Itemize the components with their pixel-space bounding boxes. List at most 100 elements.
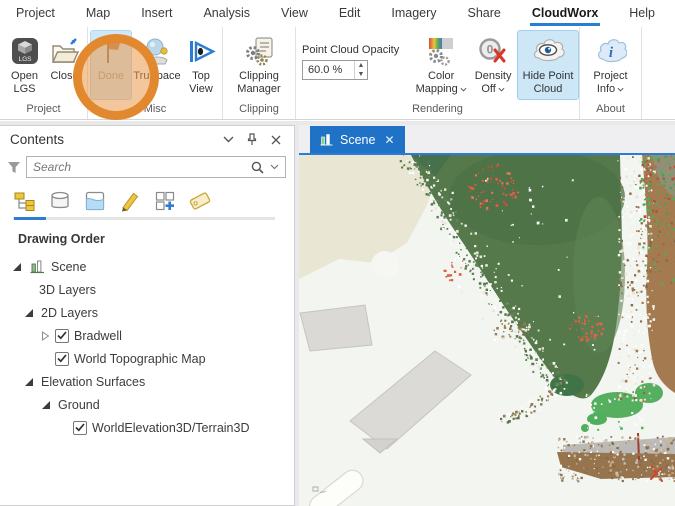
spinner-down-icon[interactable]: ▼ bbox=[355, 70, 367, 79]
tree-label: Bradwell bbox=[74, 329, 122, 343]
scene-canvas[interactable] bbox=[299, 155, 675, 506]
map-viewport: Scene ✕ bbox=[299, 125, 675, 506]
expander-collapsed-icon[interactable] bbox=[41, 331, 51, 341]
expander-expanded-icon[interactable] bbox=[41, 400, 51, 410]
menu-insert[interactable]: Insert bbox=[139, 1, 174, 26]
scene-icon bbox=[30, 259, 45, 274]
search-box[interactable] bbox=[26, 156, 286, 178]
opacity-spinbox[interactable]: 60.0 % ▲ ▼ bbox=[302, 60, 368, 80]
chevron-down-icon bbox=[617, 87, 624, 92]
tree-row-3d-layers[interactable]: 3D Layers bbox=[12, 278, 294, 301]
project-info-button[interactable]: i Project Info bbox=[584, 30, 638, 100]
scene-tab-label: Scene bbox=[340, 133, 375, 147]
contents-view-tabs bbox=[0, 183, 294, 220]
tree-row-scene[interactable]: Scene bbox=[12, 255, 294, 278]
expander-expanded-icon[interactable] bbox=[12, 262, 22, 272]
tree-label: Scene bbox=[51, 260, 86, 274]
scene-tab-icon bbox=[320, 133, 333, 146]
panel-title: Contents bbox=[10, 132, 213, 147]
tree-row-worldelevation3d[interactable]: WorldElevation3D/Terrain3D bbox=[12, 416, 294, 439]
click-highlight-ring bbox=[73, 34, 159, 120]
open-lgs-button[interactable]: LGS Open LGS bbox=[4, 30, 46, 100]
scene-tab-close-icon[interactable]: ✕ bbox=[384, 133, 394, 147]
menu-map[interactable]: Map bbox=[84, 1, 112, 26]
tree-header: Drawing Order bbox=[12, 232, 294, 246]
menu-bar: Project Map Insert Analysis View Edit Im… bbox=[0, 0, 675, 27]
scene-view-tab[interactable]: Scene ✕ bbox=[310, 126, 405, 153]
menu-project[interactable]: Project bbox=[14, 1, 57, 26]
tree-row-bradwell[interactable]: Bradwell bbox=[12, 324, 294, 347]
svg-text:0: 0 bbox=[487, 43, 494, 57]
tab-edit-pencil-icon[interactable] bbox=[118, 189, 142, 213]
top-view-button[interactable]: Top View bbox=[182, 30, 220, 100]
group-label-project: Project bbox=[0, 103, 87, 119]
point-cloud-opacity-label: Point Cloud Opacity bbox=[302, 44, 399, 56]
hide-point-cloud-icon bbox=[531, 33, 565, 69]
panel-pin-icon[interactable] bbox=[243, 132, 261, 148]
tree-label: 3D Layers bbox=[39, 283, 96, 297]
tab-new-layer-icon[interactable] bbox=[153, 189, 177, 213]
top-view-label: Top View bbox=[184, 70, 218, 96]
tab-underline-track bbox=[13, 217, 275, 220]
tree-row-ground[interactable]: Ground bbox=[12, 393, 294, 416]
clipping-manager-label: Clipping Manager bbox=[231, 70, 287, 96]
menu-edit[interactable]: Edit bbox=[337, 1, 363, 26]
ribbon-group-rendering: Point Cloud Opacity 60.0 % ▲ ▼ bbox=[296, 27, 580, 119]
tree-label: 2D Layers bbox=[41, 306, 98, 320]
menu-imagery[interactable]: Imagery bbox=[389, 1, 438, 26]
menu-view[interactable]: View bbox=[279, 1, 310, 26]
contents-header: Contents bbox=[0, 126, 294, 153]
point-cloud-opacity-control: Point Cloud Opacity 60.0 % ▲ ▼ bbox=[296, 30, 407, 80]
color-mapping-label: Color Mapping bbox=[415, 70, 467, 96]
density-off-button[interactable]: 0 Density Off bbox=[469, 30, 517, 100]
opacity-value: 60.0 % bbox=[303, 64, 354, 76]
clipping-manager-button[interactable]: Clipping Manager bbox=[229, 30, 289, 100]
worldelevation3d-checkbox[interactable] bbox=[73, 421, 87, 435]
spinner-up-icon[interactable]: ▲ bbox=[355, 61, 367, 70]
active-tab-underline bbox=[14, 217, 46, 220]
tree-label: World Topographic Map bbox=[74, 352, 206, 366]
menu-help[interactable]: Help bbox=[627, 1, 657, 26]
top-view-icon bbox=[186, 33, 216, 69]
bradwell-checkbox[interactable] bbox=[55, 329, 69, 343]
svg-text:LGS: LGS bbox=[18, 56, 32, 63]
tree-label: WorldElevation3D/Terrain3D bbox=[92, 421, 249, 435]
panel-menu-chevron-icon[interactable] bbox=[219, 132, 237, 148]
tree-row-2d-layers[interactable]: 2D Layers bbox=[12, 301, 294, 324]
tab-drawing-order-icon[interactable] bbox=[13, 189, 37, 213]
hide-point-cloud-label: Hide Point Cloud bbox=[519, 70, 577, 96]
opacity-spinner[interactable]: ▲ ▼ bbox=[354, 61, 367, 79]
hide-point-cloud-button[interactable]: Hide Point Cloud bbox=[517, 30, 579, 100]
scene-render bbox=[299, 155, 675, 506]
view-tabstrip: Scene ✕ bbox=[299, 125, 675, 155]
group-label-about: About bbox=[580, 103, 641, 119]
menu-analysis[interactable]: Analysis bbox=[201, 1, 252, 26]
color-mapping-icon bbox=[426, 33, 456, 69]
project-info-label: Project Info bbox=[586, 70, 636, 96]
search-options-chevron-icon[interactable] bbox=[270, 164, 279, 170]
group-label-clipping: Clipping bbox=[223, 103, 295, 119]
search-row bbox=[0, 153, 294, 183]
layers-tree: Drawing Order Scene 3D Layers bbox=[0, 220, 294, 439]
tree-row-elevation-surfaces[interactable]: Elevation Surfaces bbox=[12, 370, 294, 393]
contents-panel: Contents bbox=[0, 125, 295, 506]
tree-label: Elevation Surfaces bbox=[41, 375, 145, 389]
filter-funnel-icon[interactable] bbox=[5, 161, 22, 174]
search-input[interactable] bbox=[27, 160, 251, 174]
search-magnifier-icon[interactable] bbox=[251, 161, 264, 174]
menu-cloudworx[interactable]: CloudWorx bbox=[530, 1, 600, 26]
open-lgs-label: Open LGS bbox=[6, 70, 44, 96]
tab-data-source-icon[interactable] bbox=[48, 189, 72, 213]
chevron-down-icon bbox=[498, 87, 505, 92]
expander-expanded-icon[interactable] bbox=[24, 377, 34, 387]
panel-close-icon[interactable] bbox=[267, 132, 285, 148]
density-off-icon: 0 bbox=[478, 33, 508, 69]
tab-labeling-icon[interactable] bbox=[188, 189, 212, 213]
tree-row-world-topographic-map[interactable]: World Topographic Map bbox=[12, 347, 294, 370]
world-topographic-map-checkbox[interactable] bbox=[55, 352, 69, 366]
menu-share[interactable]: Share bbox=[466, 1, 503, 26]
expander-expanded-icon[interactable] bbox=[24, 308, 34, 318]
color-mapping-button[interactable]: Color Mapping bbox=[413, 30, 469, 100]
tree-label: Ground bbox=[58, 398, 100, 412]
tab-selection-icon[interactable] bbox=[83, 189, 107, 213]
